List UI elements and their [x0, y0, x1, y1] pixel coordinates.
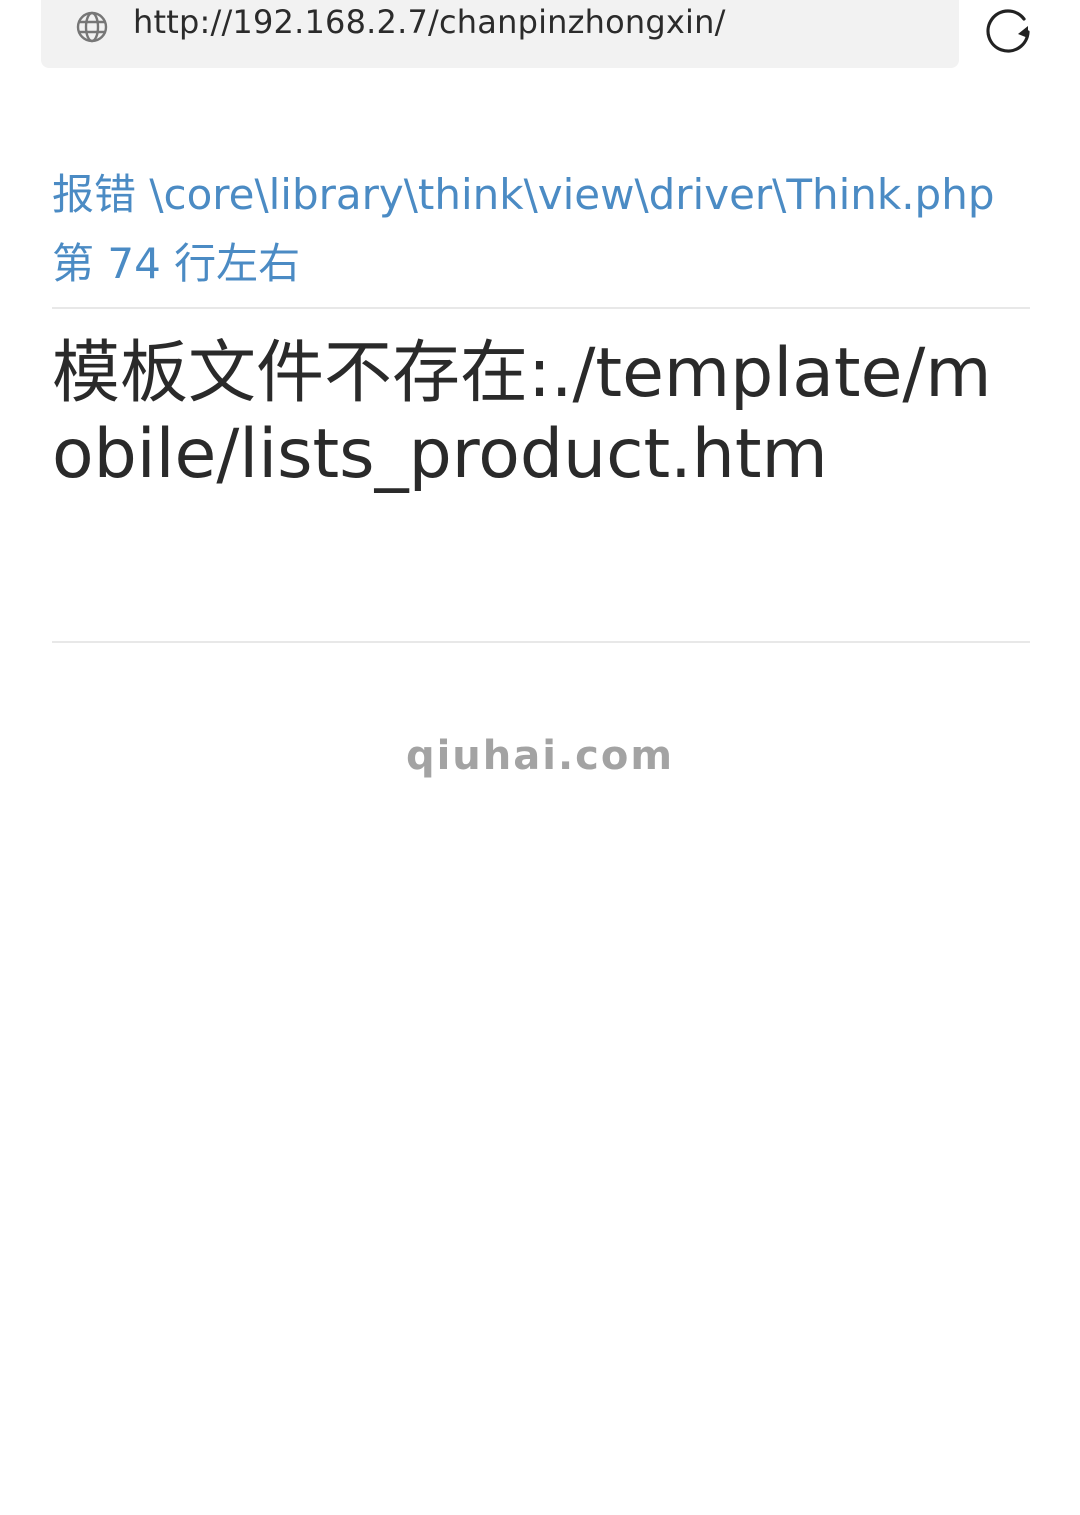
divider: [52, 307, 1030, 309]
footer-brand: qiuhai.com: [405, 733, 675, 779]
error-message: 模板文件不存在:./template/mobile/lists_product.…: [52, 334, 992, 494]
reload-icon[interactable]: [984, 3, 1034, 53]
address-bar[interactable]: http://192.168.2.7/chanpinzhongxin/: [41, 0, 959, 68]
error-location-link[interactable]: 报错 \core\library\think\view\driver\Think…: [52, 160, 1042, 298]
url-text[interactable]: http://192.168.2.7/chanpinzhongxin/: [133, 2, 726, 42]
globe-icon: [75, 10, 109, 44]
divider: [52, 641, 1030, 643]
page: http://192.168.2.7/chanpinzhongxin/ 报错 \…: [0, 0, 1080, 1515]
